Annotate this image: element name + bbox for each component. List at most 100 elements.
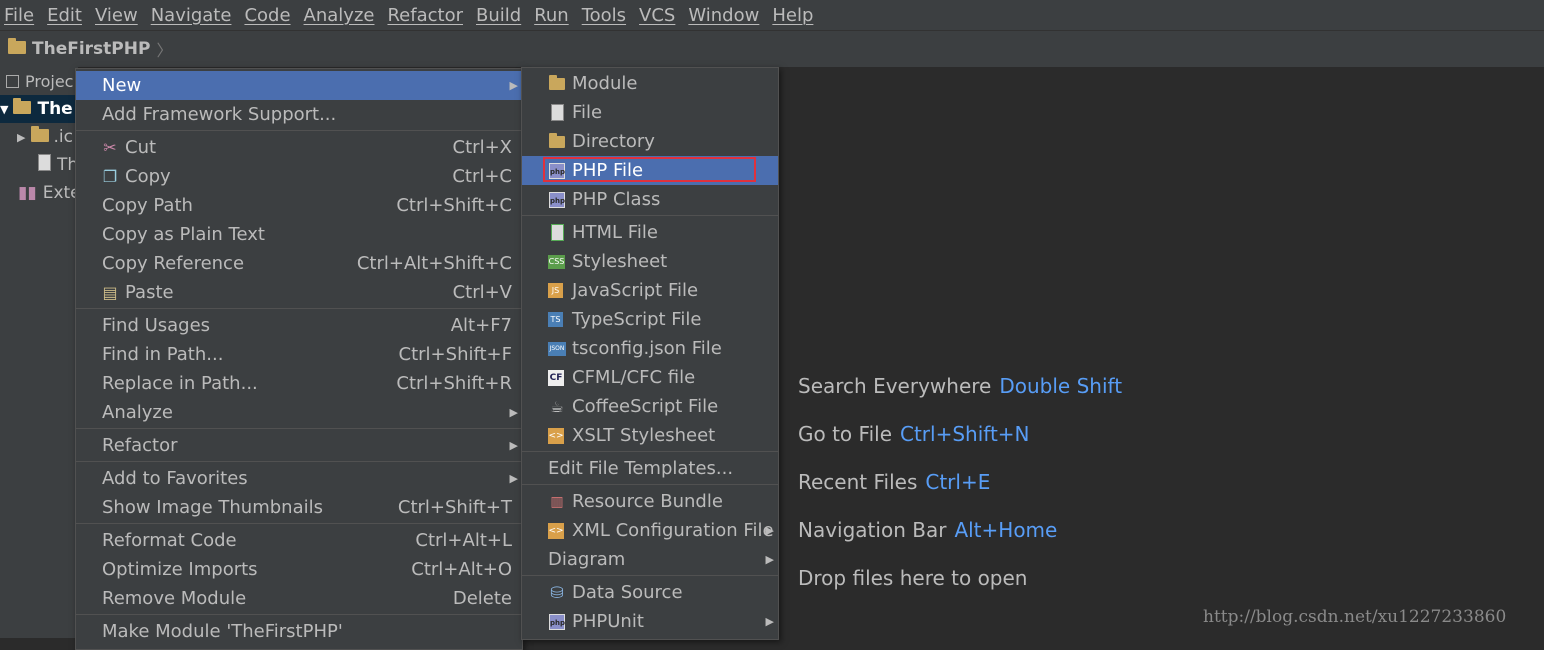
cf-icon: CF bbox=[548, 369, 564, 386]
navigation-bar: TheFirstPHP 〉 bbox=[0, 30, 1544, 68]
menu-item-shortcut: Ctrl+C bbox=[452, 166, 512, 187]
tree-node-external-libraries[interactable]: ▮▮ Exte bbox=[0, 179, 78, 207]
menu-item-label: Make Module 'TheFirstPHP' bbox=[102, 621, 343, 642]
submenu-item-xslt[interactable]: <> XSLT Stylesheet bbox=[522, 421, 778, 450]
tree-node-label: .ic bbox=[53, 127, 73, 147]
submenu-item-cfml[interactable]: CF CFML/CFC file bbox=[522, 363, 778, 392]
menu-separator bbox=[76, 523, 522, 524]
hint-drop-files: Drop files here to open bbox=[798, 566, 1027, 590]
submenu-item-coffeescript[interactable]: ☕ CoffeeScript File bbox=[522, 392, 778, 421]
hint-text: Search Everywhere bbox=[798, 374, 992, 398]
menu-item-new[interactable]: New ▶ bbox=[76, 71, 522, 100]
menu-tools[interactable]: Tools bbox=[578, 5, 630, 26]
submenu-item-module[interactable]: Module bbox=[522, 69, 778, 98]
menu-item-optimize-imports[interactable]: Optimize Imports Ctrl+Alt+O bbox=[76, 555, 522, 584]
js-icon: JS bbox=[548, 283, 563, 298]
submenu-item-xml-config[interactable]: <> XML Configuration File ▶ bbox=[522, 516, 778, 545]
submenu-item-phpunit[interactable]: php PHPUnit ▶ bbox=[522, 607, 778, 636]
hint-go-to-file: Go to File Ctrl+Shift+N bbox=[798, 422, 1030, 446]
menu-item-show-image-thumbnails[interactable]: Show Image Thumbnails Ctrl+Shift+T bbox=[76, 493, 522, 522]
menu-item-replace-in-path[interactable]: Replace in Path... Ctrl+Shift+R bbox=[76, 369, 522, 398]
module-folder-icon bbox=[13, 98, 32, 119]
menu-separator bbox=[522, 215, 778, 216]
submenu-item-javascript-file[interactable]: JS JavaScript File bbox=[522, 276, 778, 305]
submenu-item-typescript-file[interactable]: TS TypeScript File bbox=[522, 305, 778, 334]
tree-node-label: Exte bbox=[42, 183, 78, 203]
menu-item-label: New bbox=[102, 75, 142, 96]
submenu-item-html-file[interactable]: HTML File bbox=[522, 218, 778, 247]
menu-item-label: Remove Module bbox=[102, 588, 247, 609]
menu-file[interactable]: File bbox=[0, 5, 38, 26]
menu-item-label: Optimize Imports bbox=[102, 559, 258, 580]
menu-build[interactable]: Build bbox=[472, 5, 525, 26]
submenu-item-directory[interactable]: Directory bbox=[522, 127, 778, 156]
folder-icon bbox=[548, 132, 566, 151]
project-panel-header[interactable]: Projec bbox=[0, 67, 78, 95]
tree-node-file[interactable]: Th bbox=[0, 151, 78, 179]
menu-item-copy[interactable]: ❐ Copy Ctrl+C bbox=[76, 162, 522, 191]
menu-item-copy-reference[interactable]: Copy Reference Ctrl+Alt+Shift+C bbox=[76, 249, 522, 278]
menu-item-label: Analyze bbox=[102, 402, 173, 423]
menu-item-label: Show Image Thumbnails bbox=[102, 497, 323, 518]
menu-item-cut[interactable]: ✂ Cut Ctrl+X bbox=[76, 133, 522, 162]
menu-vcs[interactable]: VCS bbox=[635, 5, 679, 26]
menu-analyze[interactable]: Analyze bbox=[300, 5, 379, 26]
menu-item-copy-path[interactable]: Copy Path Ctrl+Shift+C bbox=[76, 191, 522, 220]
submenu-item-diagram[interactable]: Diagram ▶ bbox=[522, 545, 778, 574]
watermark: http://blog.csdn.net/xu1227233860 bbox=[1203, 607, 1507, 627]
menu-item-label: Module bbox=[572, 73, 638, 94]
submenu-item-php-class[interactable]: php PHP Class bbox=[522, 185, 778, 214]
menu-item-remove-module[interactable]: Remove Module Delete bbox=[76, 584, 522, 613]
breadcrumb-project-label: TheFirstPHP bbox=[32, 39, 151, 59]
menu-item-find-usages[interactable]: Find Usages Alt+F7 bbox=[76, 311, 522, 340]
menu-navigate[interactable]: Navigate bbox=[147, 5, 236, 26]
menu-help[interactable]: Help bbox=[768, 5, 817, 26]
submenu-arrow-icon: ▶ bbox=[765, 524, 774, 537]
menu-item-label: Refactor bbox=[102, 435, 178, 456]
menu-item-find-in-path[interactable]: Find in Path... Ctrl+Shift+F bbox=[76, 340, 522, 369]
menu-separator bbox=[522, 575, 778, 576]
hint-shortcut: Alt+Home bbox=[954, 518, 1058, 542]
submenu-item-edit-file-templates[interactable]: Edit File Templates... bbox=[522, 454, 778, 483]
menu-item-label: TypeScript File bbox=[572, 309, 702, 330]
menu-refactor[interactable]: Refactor bbox=[383, 5, 467, 26]
submenu-item-data-source[interactable]: ⛁ Data Source bbox=[522, 578, 778, 607]
module-icon bbox=[548, 74, 566, 93]
menu-item-paste[interactable]: ▤ Paste Ctrl+V bbox=[76, 278, 522, 307]
submenu-item-file[interactable]: File bbox=[522, 98, 778, 127]
menu-item-label: Add Framework Support... bbox=[102, 104, 337, 125]
submenu-arrow-icon: ▶ bbox=[509, 406, 518, 419]
menu-item-label: JavaScript File bbox=[572, 280, 699, 301]
submenu-item-resource-bundle[interactable]: ▥ Resource Bundle bbox=[522, 487, 778, 516]
submenu-item-tsconfig[interactable]: JSON tsconfig.json File bbox=[522, 334, 778, 363]
paste-icon: ▤ bbox=[102, 283, 118, 302]
json-icon: JSON bbox=[548, 341, 566, 356]
menu-edit[interactable]: Edit bbox=[43, 5, 86, 26]
menu-run[interactable]: Run bbox=[530, 5, 573, 26]
context-menu: New ▶ Add Framework Support... ✂ Cut Ctr… bbox=[75, 68, 523, 650]
menu-item-add-framework[interactable]: Add Framework Support... bbox=[76, 100, 522, 129]
menu-code[interactable]: Code bbox=[240, 5, 294, 26]
menu-bar: File Edit View Navigate Code Analyze Ref… bbox=[0, 0, 1544, 30]
menu-item-analyze[interactable]: Analyze ▶ bbox=[76, 398, 522, 427]
menu-item-label: Find Usages bbox=[102, 315, 211, 336]
breadcrumb-project[interactable]: TheFirstPHP bbox=[8, 38, 151, 59]
menu-item-shortcut: Ctrl+Shift+C bbox=[396, 195, 512, 216]
submenu-item-stylesheet[interactable]: CSS Stylesheet bbox=[522, 247, 778, 276]
menu-item-label: CFML/CFC file bbox=[572, 367, 696, 388]
menu-view[interactable]: View bbox=[91, 5, 142, 26]
menu-item-label: Copy Path bbox=[102, 195, 193, 216]
tree-node-idea[interactable]: ▶ .ic bbox=[0, 123, 78, 151]
menu-item-shortcut: Ctrl+Alt+O bbox=[411, 559, 512, 580]
tree-node-project-root[interactable]: ▼ The bbox=[0, 95, 78, 123]
hint-text: Recent Files bbox=[798, 470, 918, 494]
highlight-annotation-box bbox=[543, 157, 756, 182]
menu-item-refactor[interactable]: Refactor ▶ bbox=[76, 431, 522, 460]
menu-item-add-to-favorites[interactable]: Add to Favorites ▶ bbox=[76, 464, 522, 493]
menu-window[interactable]: Window bbox=[684, 5, 763, 26]
menu-item-shortcut: Ctrl+X bbox=[452, 137, 512, 158]
menu-item-copy-plain-text[interactable]: Copy as Plain Text bbox=[76, 220, 522, 249]
menu-item-reformat-code[interactable]: Reformat Code Ctrl+Alt+L bbox=[76, 526, 522, 555]
menu-item-make-module[interactable]: Make Module 'TheFirstPHP' bbox=[76, 617, 522, 646]
menu-item-label: tsconfig.json File bbox=[572, 338, 722, 359]
